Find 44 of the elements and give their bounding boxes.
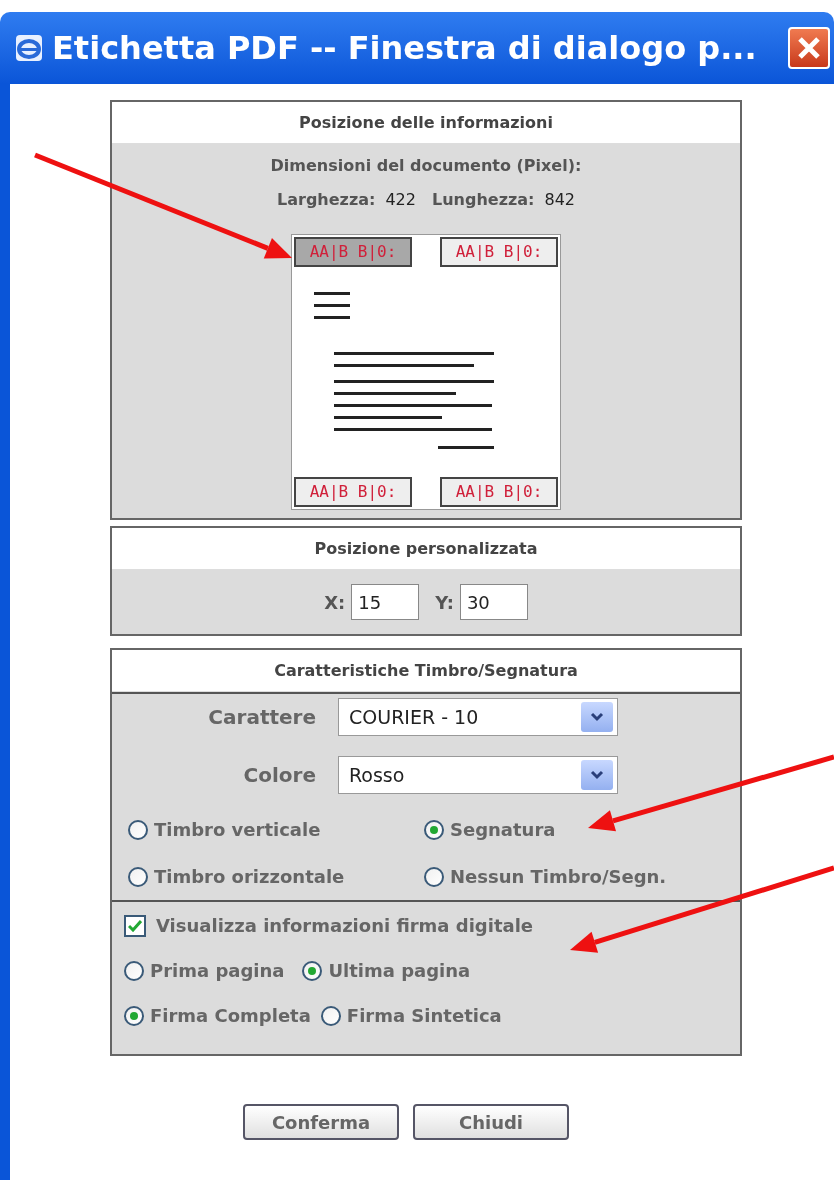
check-icon [128,919,142,932]
dimensions-label: Dimensioni del documento (Pixel): [269,155,583,177]
radio-button[interactable] [302,960,323,981]
radio-label: Prima pagina [150,959,285,983]
width-label: Larghezza: [277,189,376,211]
close-button[interactable] [788,27,830,69]
radio-button[interactable] [424,866,444,887]
dropdown[interactable]: Rosso [338,756,618,794]
height-value: 842 [544,189,575,211]
radio-button[interactable] [128,819,148,840]
dialog-button[interactable]: Conferma [243,1104,399,1140]
radio-button[interactable] [424,819,444,840]
panel-header: Caratteristiche Timbro/Segnatura [112,650,740,692]
stamp-preview[interactable]: AA|B B|0: [440,237,558,267]
radio-button[interactable] [124,960,144,981]
width-value: 422 [385,189,416,211]
radio-label: Nessun Timbro/Segn. [450,865,667,889]
radio-label: Firma Completa [150,1004,311,1028]
checkbox-label: Visualizza informazioni firma digitale [156,914,533,938]
close-icon [796,35,822,61]
y-label: Y: [435,590,454,615]
radio-label: Firma Sintetica [346,1004,502,1028]
x-input[interactable]: 15 [351,584,420,620]
y-input[interactable]: 30 [459,584,528,620]
field-label: Carattere [207,704,317,731]
radio-label: Timbro orizzontale [154,865,345,889]
panel-header: Posizione personalizzata [112,528,740,570]
field-label: Colore [242,762,317,789]
radio-label: Segnatura [450,818,556,842]
window-title: Etichetta PDF -- Finestra di dialogo p... [52,28,758,69]
radio-button[interactable] [124,1005,144,1026]
radio-button[interactable] [128,866,148,887]
dropdown[interactable]: COURIER - 10 [338,698,618,736]
x-label: X: [324,590,346,615]
radio-label: Timbro verticale [154,818,321,842]
stamp-preview[interactable]: AA|B B|0: [440,477,558,507]
radio-label: Ultima pagina [328,959,471,983]
stamp-preview[interactable]: AA|B B|0: [294,477,412,507]
browser-icon [14,33,44,63]
height-label: Lunghezza: [431,189,535,211]
radio-button[interactable] [320,1005,341,1026]
panel-header: Posizione delle informazioni [112,102,740,144]
dialog-button[interactable]: Chiudi [413,1104,569,1140]
checkbox[interactable] [124,914,146,937]
